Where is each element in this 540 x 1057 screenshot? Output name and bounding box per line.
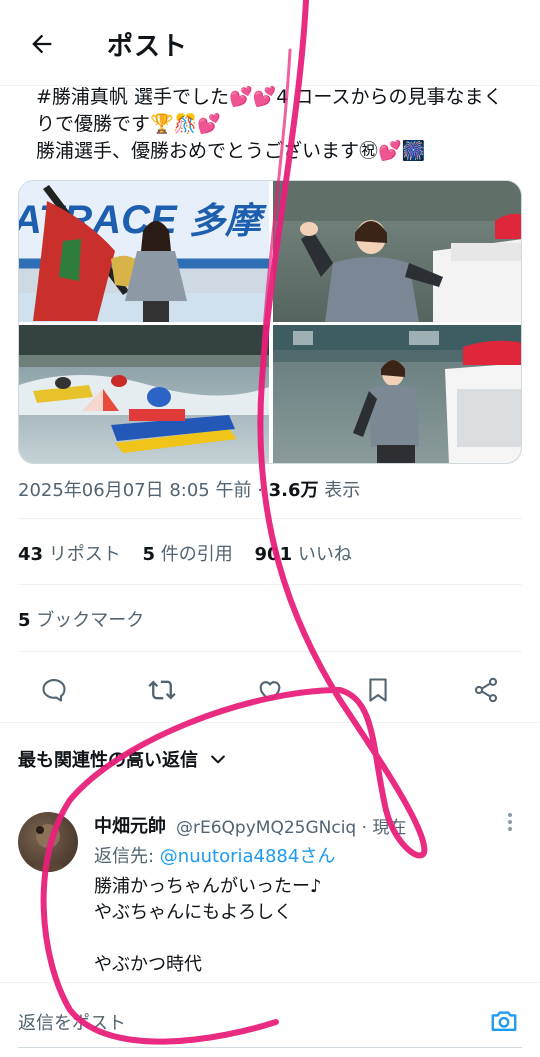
media-photo[interactable] [273,325,521,463]
post-timestamp[interactable]: 2025年06月07日 8:05 午前 [18,480,251,501]
quotes-count: 5 [142,544,156,565]
share-button[interactable] [466,670,506,710]
reply-to-label: 返信先: [94,846,160,867]
reply-to: 返信先: @nuutoria4884さん [94,842,335,868]
reposts-stat[interactable]: 43 リポスト [18,544,121,565]
reply-icon [42,679,66,702]
bookmarks-label: ブックマーク [36,610,145,631]
media-photo[interactable]: ATRACE 多摩 [19,181,269,322]
bookmarks-stat[interactable]: 5 ブックマーク [18,606,144,632]
likes-label: いいね [297,544,352,565]
reply-to-user-link[interactable]: @nuutoria4884さん [160,846,336,867]
post-text-line: #勝浦真帆 選手でした💕💕4 コースからの見事なまく [36,86,503,108]
more-options-button[interactable] [500,810,520,834]
like-button[interactable] [250,670,290,710]
post-text-line: りで優勝です🏆🎊💕 [36,113,221,135]
svg-text:多摩: 多摩 [189,200,267,241]
likes-count: 901 [254,544,293,565]
divider [0,722,540,723]
top-bar: ポスト [0,0,540,86]
likes-stat[interactable]: 901 いいね [255,544,352,565]
bookmarks-count: 5 [18,610,31,631]
camera-button[interactable] [486,1003,522,1039]
heart-icon [259,681,281,701]
back-button[interactable] [22,24,62,64]
media-grid: ATRACE 多摩 [18,180,522,464]
bookmark-button[interactable] [358,670,398,710]
meta-separator: · [251,480,269,501]
reposts-count: 43 [18,544,44,565]
share-icon [474,677,498,703]
more-vertical-icon [508,813,512,831]
reply-item[interactable]: 中畑元帥 @rE6QpyMQ25GNciq · 現在 返信先: @nuutori… [18,808,522,978]
quotes-label: 件の引用 [160,544,233,565]
divider [18,584,522,585]
reply-author-handle[interactable]: @rE6QpyMQ25GNciq · 現在 [176,813,406,838]
bookmark-icon [369,678,387,702]
sort-label: 最も関連性の高い返信 [18,750,198,771]
arrow-left-icon [32,34,52,54]
quotes-stat[interactable]: 5 件の引用 [143,544,233,565]
camera-icon [491,1011,517,1031]
views-label: 表示 [324,480,361,501]
repost-button[interactable] [142,670,182,710]
page-title: ポスト [107,32,189,62]
media-photo[interactable] [273,181,521,322]
reply-input[interactable]: 返信をポスト [18,1009,126,1035]
media-photo[interactable] [19,325,269,463]
post-text-line: 勝浦選手、優勝おめでとうございます㊗💕🎆 [36,140,426,162]
reply-composer: 返信をポスト [0,982,540,1057]
post-meta: 2025年06月07日 8:05 午前 · 3.6万 表示 [18,476,360,502]
post-text: #勝浦真帆 選手でした💕💕4 コースからの見事なまく りで優勝です🏆🎊💕 勝浦選… [36,84,516,165]
chevron-down-icon [211,755,225,764]
composer-underline [18,1047,522,1048]
views-count: 3.6万 [268,480,319,501]
reply-sort-selector[interactable]: 最も関連性の高い返信 [18,746,228,772]
reply-text: 勝浦かっちゃんがいったー♪ やぶちゃんにもよろしく やぶかつ時代 [94,876,322,975]
reply-author-name[interactable]: 中畑元帥 [94,812,166,838]
reply-button[interactable] [34,670,74,710]
engagement-stats: 43 リポスト 5 件の引用 901 いいね [18,540,352,566]
divider [18,518,522,519]
reposts-label: リポスト [48,544,121,565]
repost-icon [148,680,176,700]
action-bar [18,664,522,712]
divider [18,651,522,652]
avatar[interactable] [18,812,78,872]
